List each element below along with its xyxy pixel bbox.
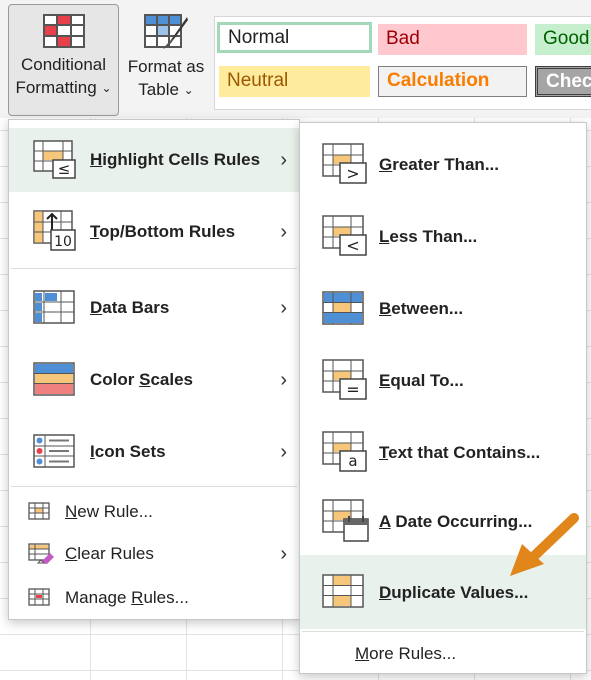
between-icon bbox=[322, 291, 364, 325]
chevron-down-icon: ⌄ bbox=[183, 83, 194, 97]
menu-label: Icon Sets bbox=[90, 442, 166, 461]
submenu-item-less-than[interactable]: < Less Than... bbox=[300, 201, 586, 273]
style-normal[interactable]: Normal bbox=[217, 22, 372, 53]
menu-separator bbox=[302, 631, 584, 632]
svg-text:a: a bbox=[348, 452, 357, 470]
clear-rules-icon bbox=[28, 543, 54, 564]
chevron-right-icon: › bbox=[280, 543, 287, 565]
menu-item-highlight-cells-rules[interactable]: ≤ Highlight Cells Rules › bbox=[9, 128, 299, 192]
manage-rules-icon bbox=[28, 588, 50, 606]
style-calculation-label: Calculation bbox=[387, 70, 490, 91]
submenu-label: More Rules... bbox=[355, 644, 457, 663]
svg-text:=: = bbox=[346, 380, 359, 399]
style-neutral-label: Neutral bbox=[227, 70, 289, 91]
highlight-cells-rules-icon: ≤ bbox=[33, 140, 76, 179]
submenu-label: Less Than... bbox=[379, 227, 478, 246]
style-good[interactable]: Good bbox=[535, 24, 591, 55]
chevron-right-icon: › bbox=[280, 441, 287, 463]
menu-label: Clear Rules bbox=[65, 544, 154, 563]
style-good-label: Good bbox=[543, 28, 590, 49]
duplicate-values-icon bbox=[322, 574, 364, 608]
menu-label: Top/Bottom Rules bbox=[90, 222, 236, 241]
chevron-down-icon: ⌄ bbox=[101, 81, 112, 95]
menu-label: Color Scales bbox=[90, 370, 193, 389]
menu-item-color-scales[interactable]: Color Scales › bbox=[9, 344, 299, 416]
style-check-label: Check bbox=[546, 71, 591, 92]
submenu-item-between[interactable]: Between... bbox=[300, 273, 586, 345]
submenu-item-equal-to[interactable]: = Equal To... bbox=[300, 345, 586, 417]
color-scales-icon bbox=[33, 362, 75, 396]
less-than-icon: < bbox=[322, 215, 367, 256]
calendar-icon bbox=[322, 499, 369, 542]
text-contains-icon: a bbox=[322, 431, 367, 472]
style-normal-label: Normal bbox=[228, 27, 290, 48]
style-neutral[interactable]: Neutral bbox=[219, 66, 370, 97]
conditional-formatting-button[interactable]: Conditional Formatting ⌄ bbox=[8, 4, 119, 116]
data-bars-icon bbox=[33, 290, 75, 324]
conditional-formatting-menu: ≤ Highlight Cells Rules › 10 Top/Bottom … bbox=[8, 119, 300, 620]
svg-text:>: > bbox=[346, 164, 359, 183]
menu-item-new-rule[interactable]: New Rule... bbox=[9, 492, 299, 532]
ribbon: Conditional Formatting ⌄ Format as Table… bbox=[0, 0, 591, 119]
icon-sets-icon bbox=[33, 434, 75, 468]
style-bad-label: Bad bbox=[386, 28, 420, 49]
chevron-right-icon: › bbox=[280, 369, 287, 391]
menu-label: Data Bars bbox=[90, 298, 170, 317]
equal-to-icon: = bbox=[322, 359, 367, 400]
style-calculation[interactable]: Calculation bbox=[378, 66, 527, 97]
menu-item-top-bottom-rules[interactable]: 10 Top/Bottom Rules › bbox=[9, 200, 299, 264]
submenu-label: Text that Contains... bbox=[379, 443, 541, 462]
conditional-formatting-label-2: Formatting ⌄ bbox=[9, 76, 118, 101]
format-as-table-label-2: Table ⌄ bbox=[125, 78, 207, 103]
menu-item-manage-rules[interactable]: Manage Rules... bbox=[9, 578, 299, 618]
cell-styles-gallery: Normal Bad Good Neutral Calculation Chec… bbox=[214, 16, 591, 110]
menu-item-icon-sets[interactable]: Icon Sets › bbox=[9, 416, 299, 488]
menu-label: Manage Rules... bbox=[65, 588, 189, 607]
conditional-formatting-icon bbox=[42, 14, 85, 48]
submenu-label: Equal To... bbox=[379, 371, 464, 390]
greater-than-icon: > bbox=[322, 143, 367, 184]
menu-item-clear-rules[interactable]: Clear Rules › bbox=[9, 534, 299, 574]
style-bad[interactable]: Bad bbox=[378, 24, 527, 55]
top-bottom-rules-icon: 10 bbox=[33, 210, 76, 251]
menu-separator bbox=[11, 486, 297, 487]
menu-label: New Rule... bbox=[65, 502, 153, 521]
svg-text:≤: ≤ bbox=[58, 160, 71, 178]
format-as-table-label-1: Format as bbox=[127, 57, 205, 76]
submenu-item-greater-than[interactable]: > Greater Than... bbox=[300, 129, 586, 201]
menu-label: Highlight Cells Rules bbox=[90, 150, 261, 169]
conditional-formatting-label-1: Conditional bbox=[20, 55, 107, 74]
format-as-table-button[interactable]: Format as Table ⌄ bbox=[124, 4, 208, 116]
submenu-label: Greater Than... bbox=[379, 155, 499, 174]
menu-separator bbox=[11, 268, 297, 269]
highlight-cells-rules-submenu: > Greater Than... < Less Than... Between… bbox=[299, 122, 587, 674]
new-rule-icon bbox=[28, 502, 50, 520]
svg-text:<: < bbox=[346, 236, 359, 255]
menu-item-data-bars[interactable]: Data Bars › bbox=[9, 272, 299, 344]
annotation-arrow-icon bbox=[510, 513, 579, 576]
style-check[interactable]: Check bbox=[535, 66, 591, 97]
chevron-right-icon: › bbox=[280, 297, 287, 319]
chevron-right-icon: › bbox=[280, 149, 287, 171]
format-as-table-icon bbox=[144, 14, 188, 49]
submenu-item-text-that-contains[interactable]: a Text that Contains... bbox=[300, 417, 586, 489]
chevron-right-icon: › bbox=[280, 221, 287, 243]
svg-text:10: 10 bbox=[54, 234, 72, 250]
submenu-label: Between... bbox=[379, 299, 464, 318]
submenu-item-more-rules[interactable]: More Rules... bbox=[300, 635, 586, 673]
